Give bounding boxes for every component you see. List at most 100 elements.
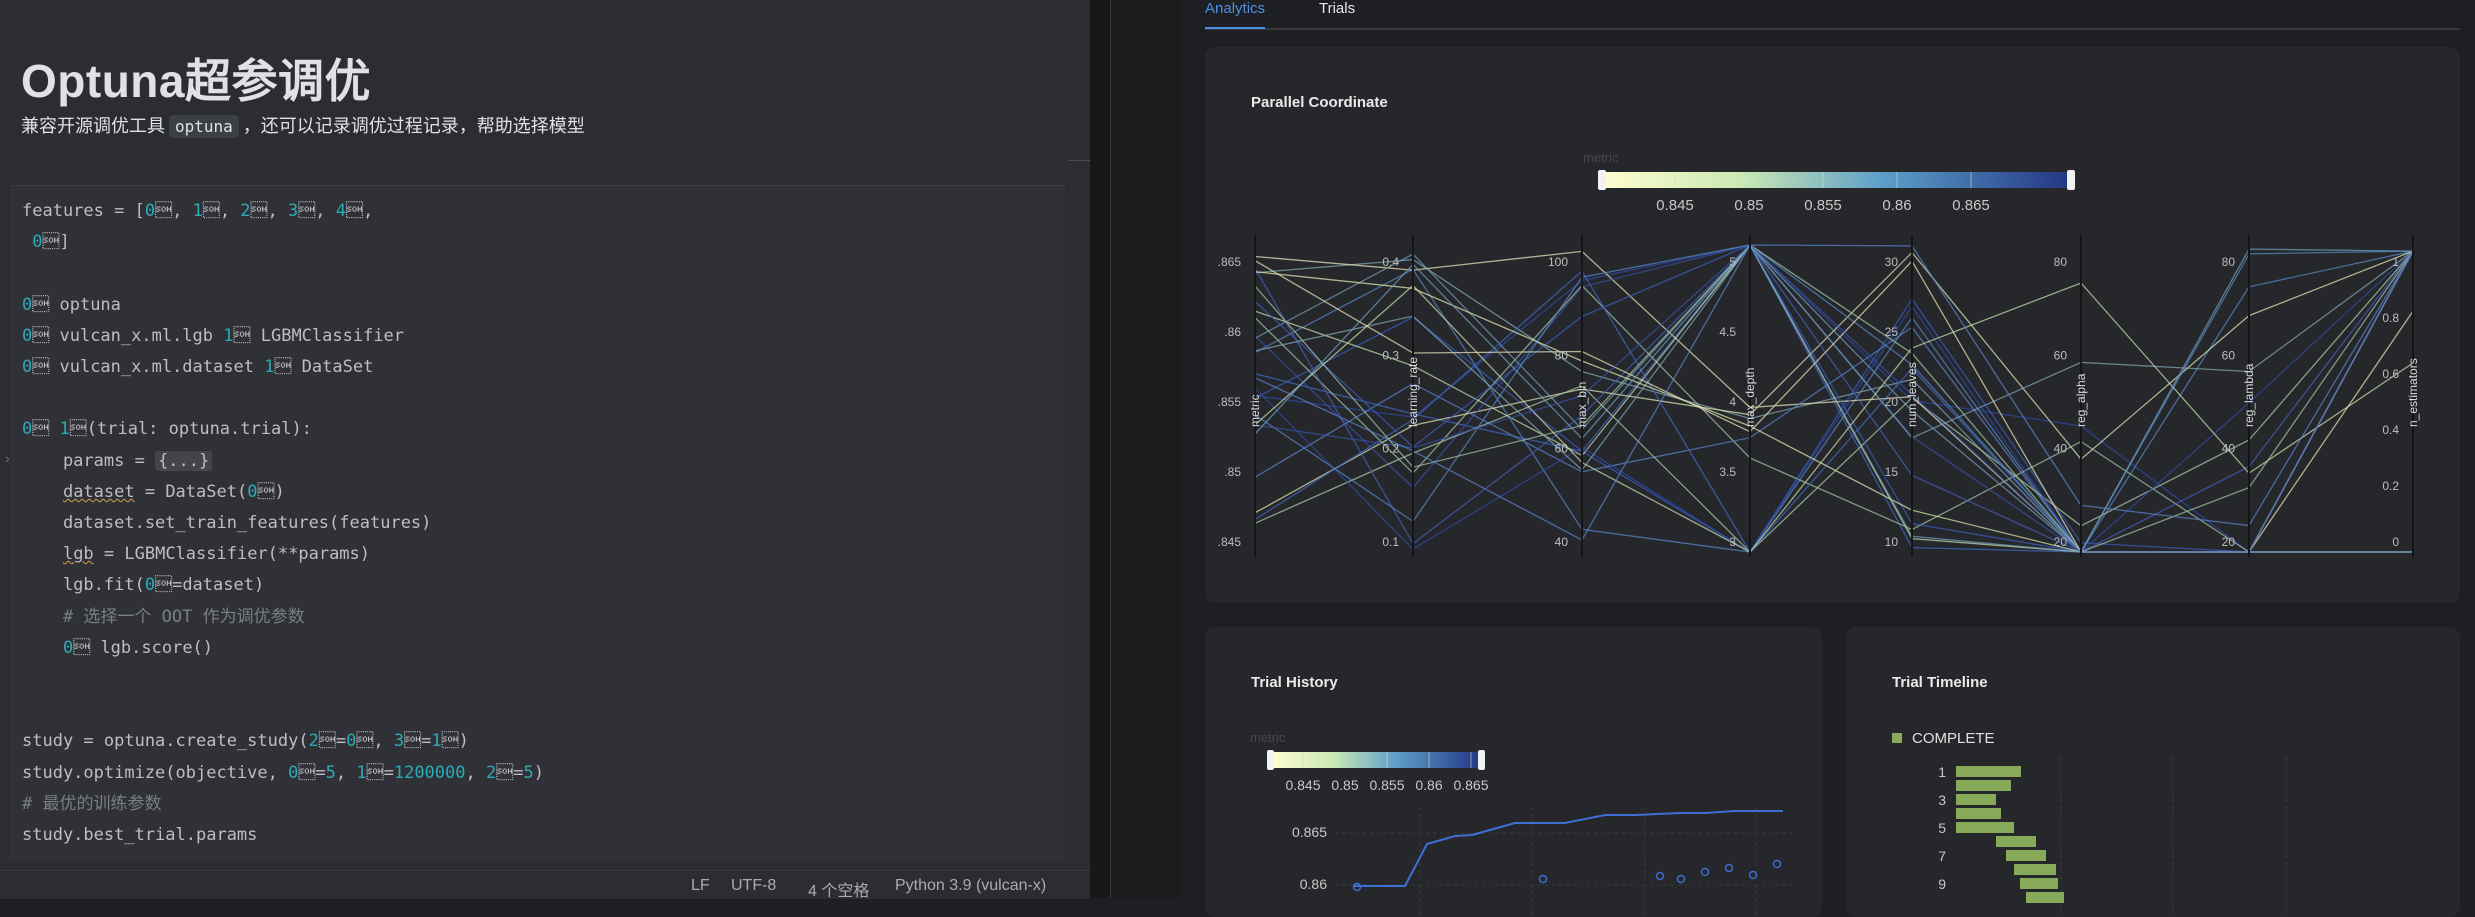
axis-label-num_leaves: num_leaves — [1905, 362, 1919, 427]
colorbar-handle-left[interactable] — [1598, 170, 1606, 190]
axis-tick-label: 40 — [2222, 442, 2236, 456]
timeline-ytick: 1 — [1938, 764, 1946, 780]
timeline-bar[interactable] — [1956, 780, 2011, 791]
trial-line[interactable] — [1254, 250, 2414, 514]
history-colorbar-handle-right[interactable] — [1478, 750, 1485, 770]
axis-tick-label: 20 — [1885, 395, 1899, 409]
cell-divider — [1068, 160, 1090, 161]
colorbar-tick-label: 0.86 — [1882, 197, 1911, 214]
colorbar-handle-right[interactable] — [2067, 170, 2075, 190]
axis-label-max_bin: max_bin — [1575, 382, 1589, 427]
trial-line[interactable] — [1254, 243, 2413, 553]
interpreter-indicator[interactable]: Python 3.9 (vulcan-x) — [895, 877, 1046, 895]
subtitle-inline-code: optuna — [169, 115, 239, 138]
axis-tick-label: 20 — [2222, 535, 2236, 549]
code-line[interactable]: # 最优的训练参数 — [22, 794, 161, 814]
trial-point[interactable] — [1772, 859, 1782, 869]
best-value-line — [1353, 810, 1783, 887]
trial-point[interactable] — [1655, 871, 1665, 881]
trial-point[interactable] — [1538, 874, 1548, 884]
timeline-bar[interactable] — [1956, 794, 1996, 805]
trial-timeline-card: Trial Timeline COMPLETE 13579 — [1846, 627, 2460, 917]
pane-splitter[interactable] — [1090, 0, 1110, 898]
timeline-bar[interactable] — [1956, 808, 2001, 819]
code-line[interactable]: 0 vulcan_x.ml.dataset 1 DataSet — [22, 357, 373, 377]
parallel-coordinate-card: Parallel Coordinate metric 0.845 0.85 0.85… — [1205, 47, 2460, 603]
code-line[interactable]: 0 optuna — [22, 295, 121, 315]
trial-point[interactable] — [1700, 867, 1710, 877]
axis-tick-label: 100 — [1548, 255, 1568, 269]
history-colorbar-tick-label: 0.86 — [1415, 777, 1442, 793]
axis-label-n_estimators: n_estimators — [2406, 358, 2420, 427]
status-bar: LF UTF-8 4 个空格 Python 3.9 (vulcan-x) — [0, 870, 1090, 901]
trial-point[interactable] — [1724, 863, 1734, 873]
code-line[interactable]: study.best_trial.params — [22, 825, 257, 845]
axis-tick-label: .845 — [1218, 535, 1242, 549]
axis-label-learning_rate: learning_rate — [1406, 357, 1420, 427]
dashboard-margin — [1111, 0, 1180, 898]
timeline-bar[interactable] — [1956, 766, 2021, 777]
trial-timeline-plot[interactable]: COMPLETE 1 3 5 7 9 — [1846, 627, 2460, 917]
code-line[interactable]: params = {...} — [22, 450, 213, 471]
axis-tick-label: 80 — [1555, 348, 1569, 362]
code-line[interactable]: 0] — [22, 232, 70, 252]
history-colorbar-handle-left[interactable] — [1267, 750, 1274, 770]
axis-tick-label: 20 — [2054, 535, 2068, 549]
timeline-bar[interactable] — [2006, 850, 2046, 861]
code-line[interactable]: dataset = DataSet(0) — [22, 482, 285, 502]
code-line[interactable]: dataset.set_train_features(features) — [22, 513, 431, 533]
code-line[interactable]: # 选择一个 OOT 作为调优参数 — [22, 607, 305, 627]
code-line[interactable]: features = [0, 1, 2, 3, 4, — [22, 201, 373, 221]
parallel-coordinate-plot[interactable]: metric 0.845 0.85 0.855 0.86 0.865 metric.86… — [1205, 47, 2460, 603]
code-line[interactable]: 0 1(trial: optuna.trial): — [22, 419, 312, 439]
timeline-bar[interactable] — [1956, 822, 2014, 833]
subtitle-text-2: ，还可以记录调优过程记录，帮助选择模型 — [242, 116, 585, 136]
axis-tick-label: 60 — [1555, 442, 1569, 456]
timeline-ytick: 7 — [1938, 848, 1946, 864]
colorbar[interactable] — [1602, 172, 2072, 188]
line-ending-indicator[interactable]: LF — [691, 877, 710, 895]
encoding-indicator[interactable]: UTF-8 — [731, 877, 776, 895]
trial-line[interactable] — [1254, 243, 2414, 471]
axis-tick-label: 0.2 — [2382, 479, 2399, 493]
notebook-subtitle: 兼容开源调优工具 optuna ，还可以记录调优过程记录，帮助选择模型 — [21, 112, 585, 138]
timeline-legend-label[interactable]: COMPLETE — [1912, 730, 1995, 747]
code-line[interactable]: 0 vulcan_x.ml.lgb 1 LGBMClassifier — [22, 326, 404, 346]
indent-indicator[interactable]: 4 个空格 — [808, 877, 869, 901]
axis-tick-label: 40 — [1555, 535, 1569, 549]
colorbar-tick-label: 0.865 — [1952, 197, 1990, 214]
trial-history-plot[interactable]: metric 0.845 0.85 0.855 0.86 0.865 0.865 0.8… — [1205, 627, 1822, 917]
code-line[interactable]: lgb = LGBMClassifier(**params) — [22, 544, 370, 564]
tab-trials[interactable]: Trials — [1319, 0, 1355, 17]
timeline-bar[interactable] — [2014, 864, 2056, 875]
colorbar-tick-label: 0.855 — [1804, 197, 1842, 214]
code-line[interactable]: 0 lgb.score() — [22, 638, 213, 658]
axis-tick-label: 5 — [1729, 255, 1736, 269]
history-colorbar-tick-label: 0.845 — [1285, 777, 1320, 793]
history-colorbar-label: metric — [1250, 730, 1286, 745]
trial-point[interactable] — [1748, 870, 1758, 880]
trial-line[interactable] — [1254, 250, 2414, 553]
code-line[interactable]: study = optuna.create_study(2=0, 3=1… — [22, 731, 469, 751]
trial-point[interactable] — [1676, 874, 1686, 884]
timeline-bar[interactable] — [2020, 878, 2058, 889]
notebook-pane: Optuna超参调优 兼容开源调优工具 optuna ，还可以记录调优过程记录，帮助… — [0, 0, 1090, 901]
timeline-bar[interactable] — [1996, 836, 2036, 847]
timeline-ytick: 5 — [1938, 820, 1946, 836]
tab-analytics[interactable]: Analytics — [1205, 0, 1266, 29]
axis-tick-label: 15 — [1885, 465, 1899, 479]
axis-tick-label: 0 — [2392, 535, 2399, 549]
fold-arrow-icon[interactable]: › — [5, 450, 10, 466]
history-ytick-0: 0.865 — [1292, 824, 1327, 840]
code-cell[interactable]: features = [0, 1, 2, 3, 4, 0] 0 o… — [10, 185, 1065, 861]
trial-history-card: Trial History metric 0.845 0.85 0.855 0.86 0… — [1205, 627, 1822, 917]
axis-tick-label: 3.5 — [1719, 465, 1736, 479]
code-line[interactable]: lgb.fit(0=dataset) — [22, 575, 264, 595]
dashboard-tabs: Analytics Trials — [1205, 0, 2460, 30]
axis-tick-label: .85 — [1224, 465, 1241, 479]
code-editor[interactable]: features = [0, 1, 2, 3, 4, 0] 0 o… — [10, 186, 1065, 851]
code-line[interactable]: study.optimize(objective, 0=5, 1=12000… — [22, 763, 544, 783]
complete-legend-icon — [1892, 733, 1902, 743]
notebook-title: Optuna超参调优 — [21, 55, 371, 107]
axis-tick-label: 0.3 — [1382, 348, 1399, 362]
